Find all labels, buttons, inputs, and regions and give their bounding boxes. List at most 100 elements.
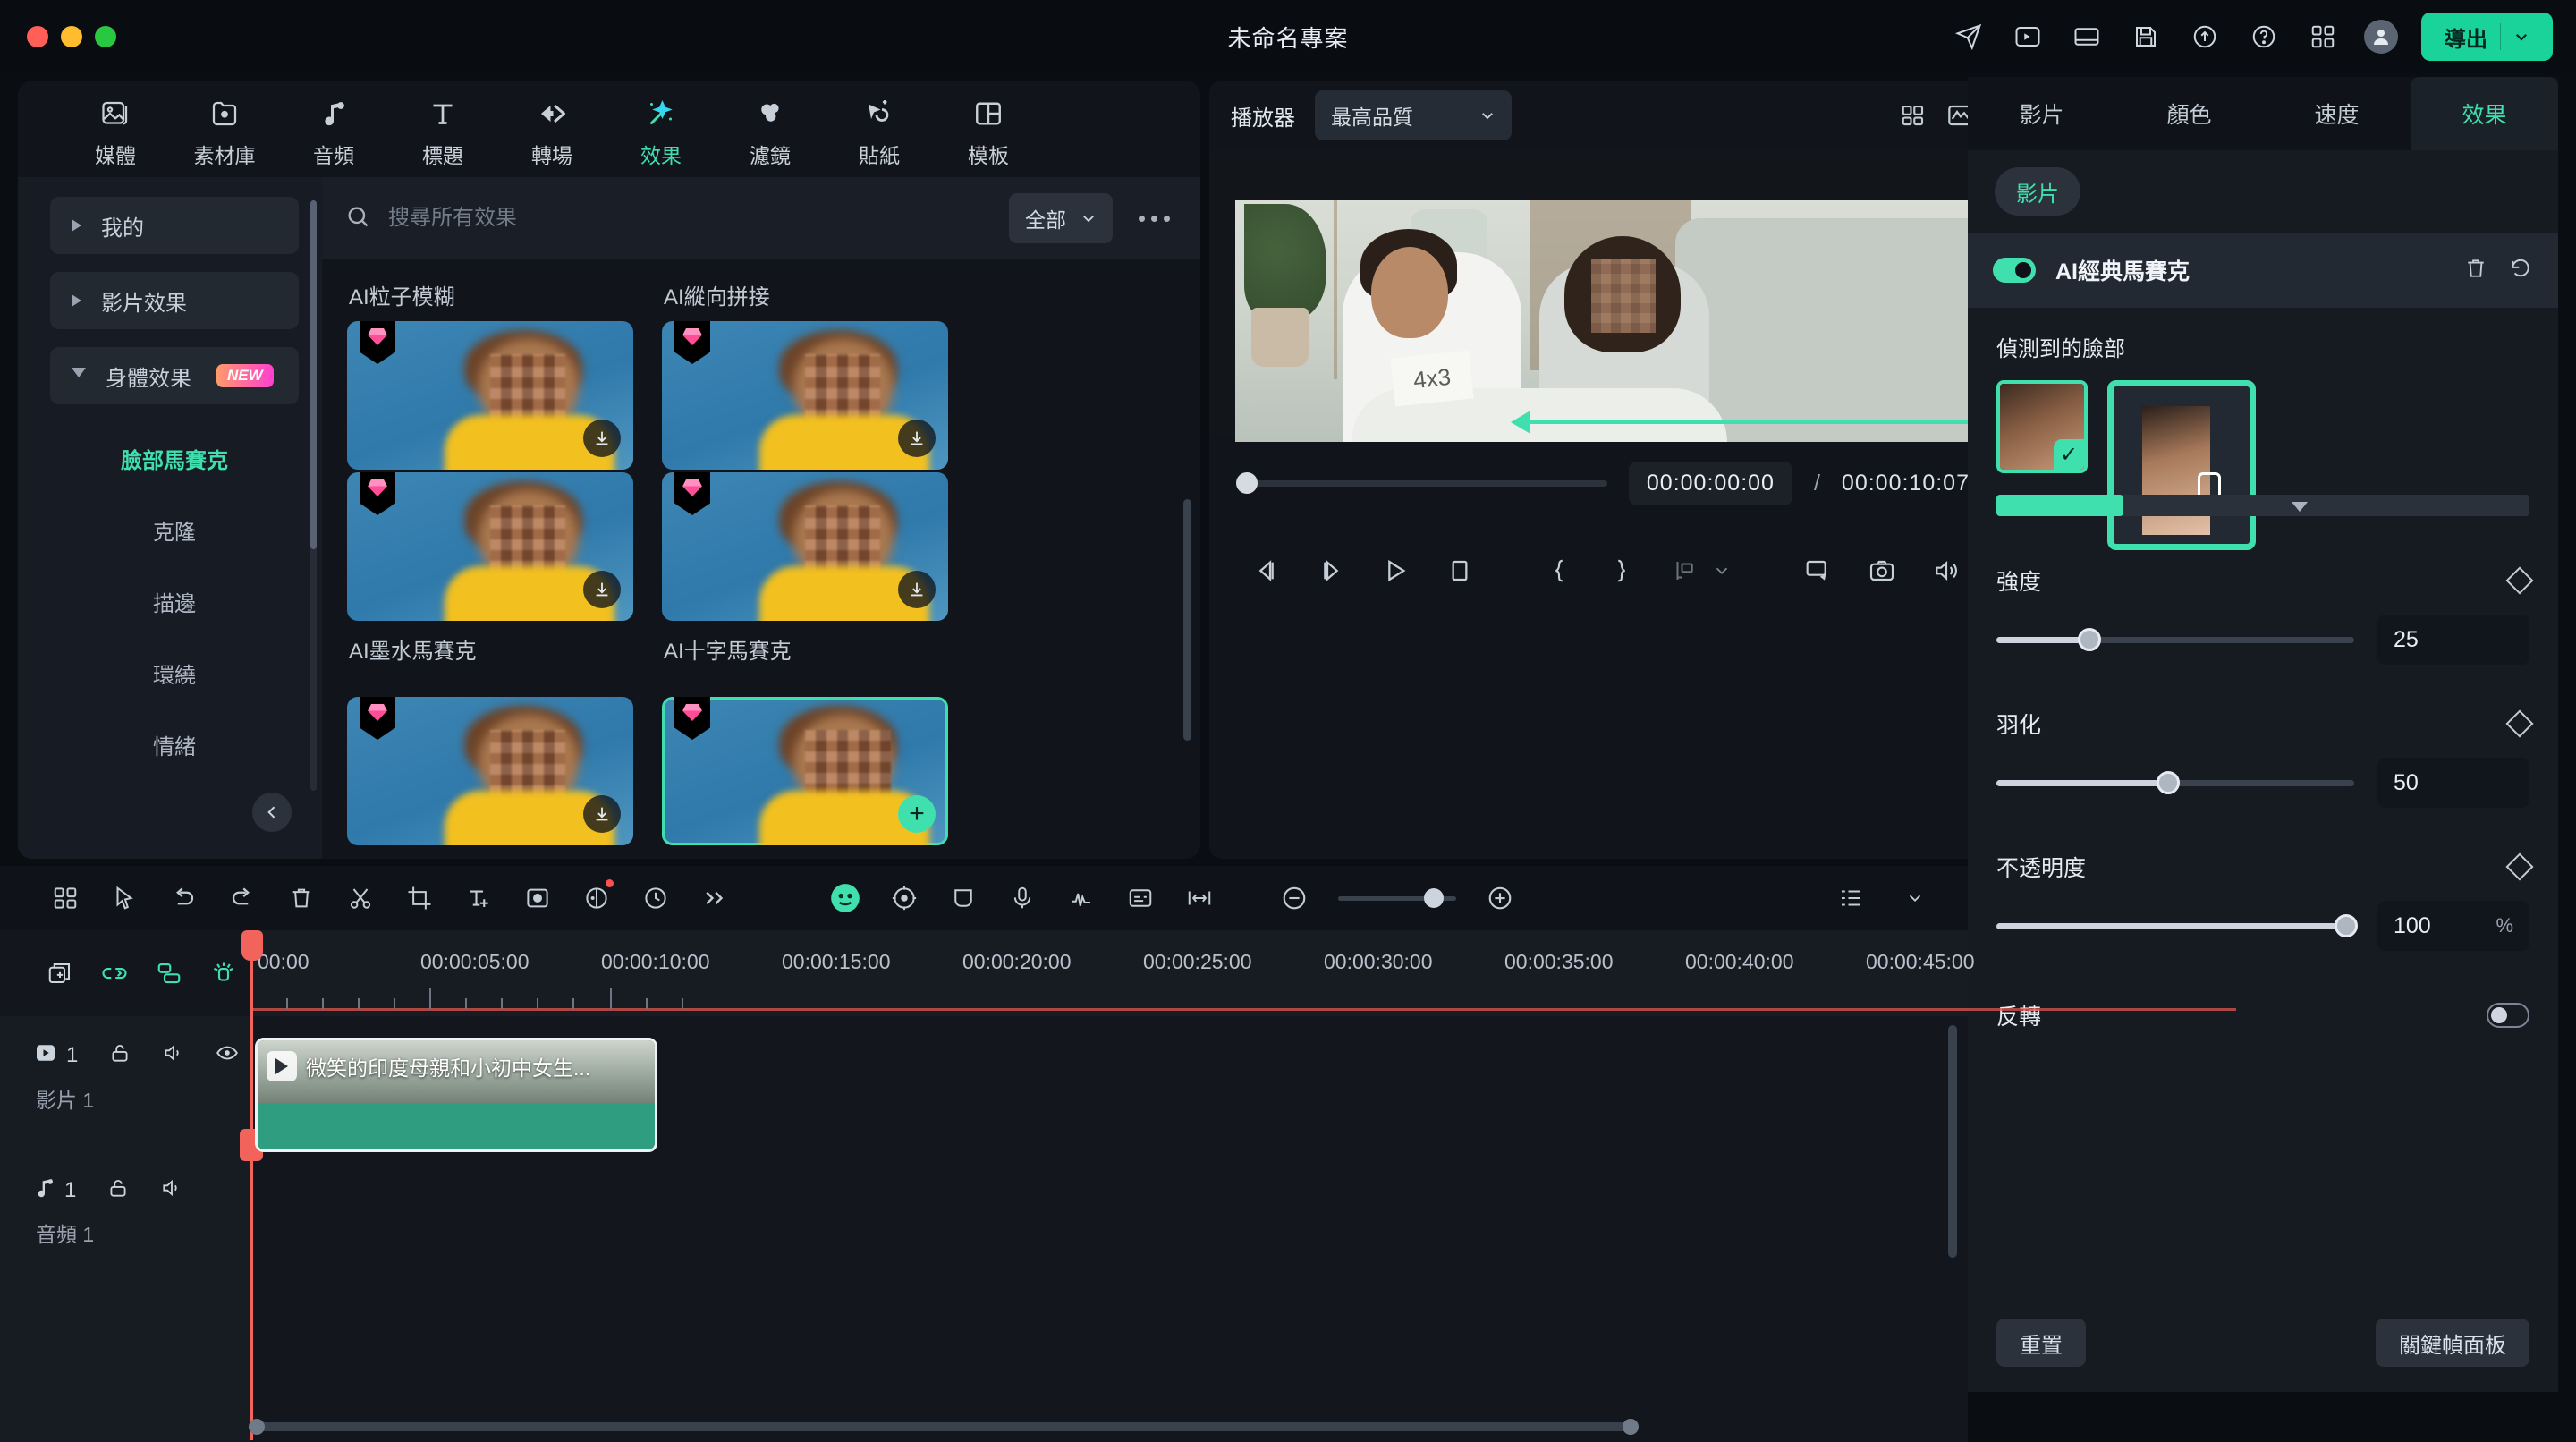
next-frame-icon[interactable] bbox=[1317, 556, 1345, 585]
sidebar-scrollbar[interactable] bbox=[310, 200, 317, 791]
effect-thumbnail[interactable] bbox=[347, 321, 633, 470]
timeline-clip[interactable]: 微笑的印度母親和小初中女生... bbox=[255, 1038, 657, 1152]
timeline-ruler[interactable]: 00:00 00:00:05:00 00:00:10:00 00:00:15:0… bbox=[250, 930, 2236, 1016]
reset-icon[interactable] bbox=[2508, 256, 2533, 285]
redo-icon[interactable] bbox=[213, 869, 272, 928]
scope-chip-video[interactable]: 影片 bbox=[1995, 167, 2080, 216]
mark-in-icon[interactable] bbox=[1546, 556, 1572, 586]
category-tab-sticker[interactable]: 貼紙 bbox=[825, 89, 934, 169]
mark-out-icon[interactable] bbox=[1608, 556, 1635, 586]
subtitle-icon[interactable] bbox=[1111, 869, 1170, 928]
add-track-icon[interactable] bbox=[32, 946, 87, 1001]
screen-icon[interactable] bbox=[1803, 556, 1832, 585]
ai-smart-icon[interactable] bbox=[816, 869, 875, 928]
undo-icon[interactable] bbox=[154, 869, 213, 928]
chevron-down-icon[interactable] bbox=[1885, 869, 1945, 928]
tab-effects[interactable]: 效果 bbox=[2411, 77, 2558, 150]
opacity-slider[interactable] bbox=[1996, 913, 2358, 937]
track-settings-icon[interactable] bbox=[1821, 869, 1880, 928]
category-tab-template[interactable]: 模板 bbox=[934, 89, 1043, 169]
split-scissors-icon[interactable] bbox=[331, 869, 390, 928]
category-tab-title[interactable]: 標題 bbox=[388, 89, 497, 169]
keyframe-diamond-icon[interactable] bbox=[2505, 852, 2534, 881]
sidebar-item-outline[interactable]: 描邊 bbox=[50, 565, 299, 637]
link-clips-icon[interactable] bbox=[87, 946, 141, 1001]
feather-value[interactable]: 50 bbox=[2377, 758, 2529, 808]
pointer-select-icon[interactable] bbox=[95, 869, 154, 928]
category-tab-audio[interactable]: 音頻 bbox=[279, 89, 388, 169]
keyframe-diamond-icon[interactable] bbox=[2505, 709, 2534, 738]
layout-panels-icon[interactable] bbox=[36, 869, 95, 928]
effect-thumbnail[interactable] bbox=[347, 697, 633, 845]
export-button[interactable]: 導出 bbox=[2421, 13, 2553, 61]
strength-value[interactable]: 25 bbox=[2377, 615, 2529, 665]
category-tab-stock[interactable]: 素材庫 bbox=[170, 89, 279, 169]
delete-icon[interactable] bbox=[272, 869, 331, 928]
playhead[interactable] bbox=[250, 930, 253, 1440]
mute-icon[interactable] bbox=[160, 1176, 183, 1204]
eye-icon[interactable] bbox=[216, 1041, 239, 1069]
grid-apps-icon[interactable] bbox=[2305, 19, 2341, 55]
effect-enable-toggle[interactable] bbox=[1993, 258, 2036, 283]
volume-icon[interactable] bbox=[1932, 556, 1961, 585]
sidebar-item-clone[interactable]: 克隆 bbox=[50, 494, 299, 565]
fit-to-screen-icon[interactable] bbox=[1170, 869, 1229, 928]
mask-icon[interactable] bbox=[508, 869, 567, 928]
share-icon[interactable] bbox=[1951, 19, 1987, 55]
current-timecode[interactable]: 00:00:00:00 bbox=[1628, 461, 1792, 505]
color-match-icon[interactable] bbox=[567, 869, 626, 928]
play-icon[interactable] bbox=[1381, 556, 1410, 585]
scrub-track[interactable] bbox=[1236, 471, 1607, 494]
audio-beat-icon[interactable] bbox=[1052, 869, 1111, 928]
download-icon[interactable] bbox=[583, 795, 621, 833]
sidebar-group-video-effects[interactable]: 影片效果 bbox=[50, 272, 299, 329]
download-icon[interactable] bbox=[898, 571, 936, 608]
collapse-sidebar-button[interactable] bbox=[252, 793, 292, 832]
import-media-icon[interactable] bbox=[2010, 19, 2046, 55]
auto-reframe-icon[interactable] bbox=[875, 869, 934, 928]
snapshot-icon[interactable] bbox=[1868, 556, 1896, 585]
keyframe-diamond-icon[interactable] bbox=[2505, 566, 2534, 595]
stop-icon[interactable] bbox=[1445, 556, 1474, 585]
timeline-horizontal-scrollbar[interactable] bbox=[249, 1419, 1639, 1435]
effect-thumbnail[interactable] bbox=[662, 472, 948, 621]
quality-select[interactable]: 最高品質 bbox=[1315, 90, 1512, 140]
scrub-handle[interactable] bbox=[1236, 471, 1258, 494]
silence-detect-icon[interactable] bbox=[934, 869, 993, 928]
save-icon[interactable] bbox=[2128, 19, 2164, 55]
expand-faces-icon[interactable] bbox=[2292, 502, 2308, 512]
effects-grid-scrollbar[interactable] bbox=[1183, 499, 1191, 741]
mute-icon[interactable] bbox=[162, 1041, 185, 1069]
help-circle-icon[interactable] bbox=[2246, 19, 2282, 55]
tab-speed[interactable]: 速度 bbox=[2263, 77, 2411, 150]
strength-slider[interactable] bbox=[1996, 627, 2354, 651]
category-tab-transition[interactable]: 轉場 bbox=[497, 89, 606, 169]
layout-icon[interactable] bbox=[2069, 19, 2105, 55]
cloud-upload-icon[interactable] bbox=[2187, 19, 2223, 55]
marker-dropdown-icon[interactable] bbox=[1712, 561, 1732, 581]
sidebar-group-mine[interactable]: 我的 bbox=[50, 197, 299, 254]
effect-thumbnail[interactable] bbox=[347, 472, 633, 621]
crop-icon[interactable] bbox=[390, 869, 449, 928]
sidebar-item-face-mosaic[interactable]: 臉部馬賽克 bbox=[50, 422, 299, 494]
category-tab-media[interactable]: 媒體 bbox=[61, 89, 170, 169]
invert-toggle[interactable] bbox=[2487, 1003, 2529, 1028]
opacity-value[interactable]: 100% bbox=[2377, 901, 2529, 951]
download-icon[interactable] bbox=[583, 571, 621, 608]
reset-button[interactable]: 重置 bbox=[1996, 1319, 2086, 1367]
speed-icon[interactable] bbox=[626, 869, 685, 928]
sidebar-item-surround[interactable]: 環繞 bbox=[50, 637, 299, 708]
grid-view-icon[interactable] bbox=[1900, 102, 1927, 129]
zoom-out-icon[interactable] bbox=[1265, 869, 1324, 928]
more-chevrons-icon[interactable] bbox=[685, 869, 744, 928]
keyframe-panel-button[interactable]: 關鍵幀面板 bbox=[2376, 1319, 2529, 1367]
user-avatar-icon[interactable] bbox=[2364, 20, 2398, 54]
sidebar-item-emotion[interactable]: 情緒 bbox=[50, 708, 299, 780]
face-thumb-1[interactable]: ✓ bbox=[1996, 380, 2088, 473]
timeline-canvas[interactable]: 微笑的印度母親和小初中女生... bbox=[240, 930, 1968, 1442]
zoom-in-icon[interactable] bbox=[1470, 869, 1530, 928]
download-icon[interactable] bbox=[898, 420, 936, 457]
voice-record-icon[interactable] bbox=[993, 869, 1052, 928]
more-options-button[interactable] bbox=[1131, 195, 1177, 242]
prev-frame-icon[interactable] bbox=[1252, 556, 1281, 585]
